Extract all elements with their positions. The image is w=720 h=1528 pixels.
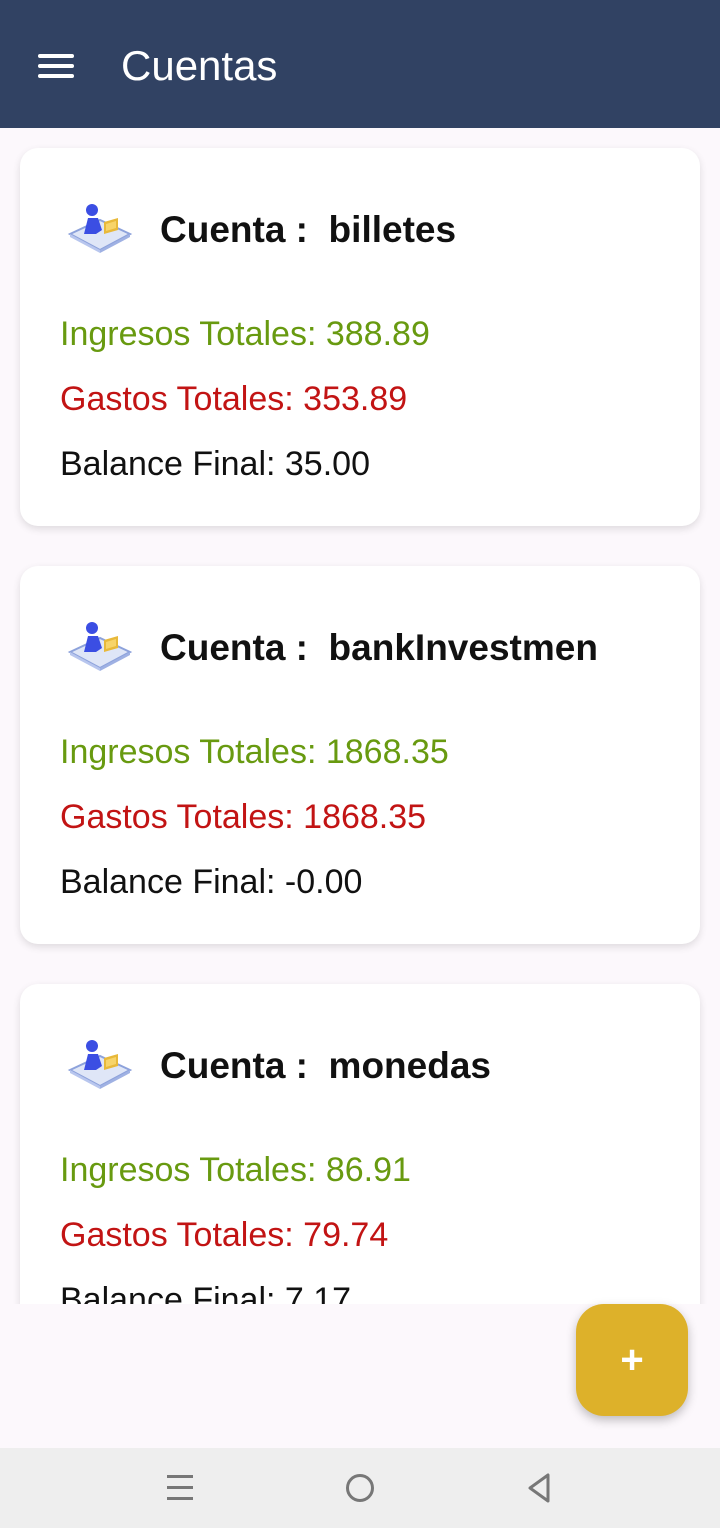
- account-heading: Cuenta : billetes: [160, 209, 457, 250]
- account-heading: Cuenta : bankInvestmen: [160, 627, 598, 668]
- plus-icon: +: [620, 1338, 644, 1382]
- account-card[interactable]: Cuenta : bankInvestmen Ingresos Totales:…: [20, 566, 700, 944]
- total-income-text: Ingresos Totales: 1868.35: [60, 733, 449, 771]
- total-income-text: Ingresos Totales: 86.91: [60, 1151, 411, 1189]
- account-wallet-icon: [67, 1040, 133, 1089]
- final-balance-text: Balance Final: 7.17: [60, 1281, 352, 1304]
- account-heading: Cuenta : monedas: [160, 1045, 491, 1086]
- recent-apps-icon[interactable]: [160, 1468, 200, 1508]
- total-expense-text: Gastos Totales: 353.89: [60, 380, 408, 418]
- home-icon[interactable]: [340, 1468, 380, 1508]
- total-expense-text: Gastos Totales: 1868.35: [60, 798, 427, 836]
- page-title: Cuentas: [121, 42, 278, 89]
- accounts-list[interactable]: Cuenta : billetes Ingresos Totales: 388.…: [0, 128, 720, 1304]
- add-account-button[interactable]: +: [576, 1304, 688, 1416]
- hamburger-menu-icon[interactable]: [36, 52, 76, 80]
- total-income-text: Ingresos Totales: 388.89: [60, 315, 430, 353]
- system-nav-bar: [0, 1448, 720, 1528]
- account-card[interactable]: Cuenta : monedas Ingresos Totales: 86.91…: [20, 984, 700, 1304]
- account-card[interactable]: Cuenta : billetes Ingresos Totales: 388.…: [20, 148, 700, 526]
- total-expense-text: Gastos Totales: 79.74: [60, 1216, 389, 1254]
- account-wallet-icon: [67, 204, 133, 253]
- back-icon[interactable]: [520, 1468, 560, 1508]
- final-balance-text: Balance Final: 35.00: [60, 445, 370, 483]
- account-wallet-icon: [67, 622, 133, 671]
- app-bar: Cuentas: [0, 0, 720, 128]
- final-balance-text: Balance Final: -0.00: [60, 863, 363, 901]
